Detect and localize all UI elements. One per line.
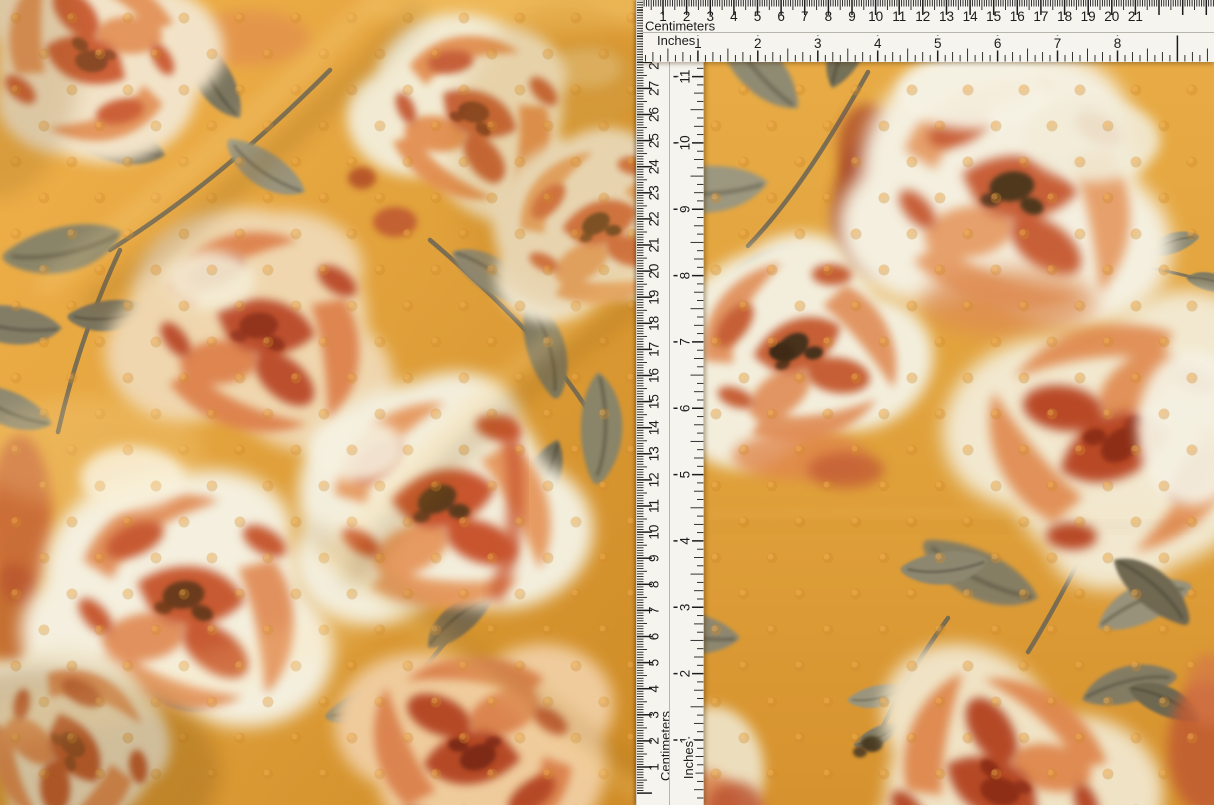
h-cm-number: 8	[825, 9, 833, 24]
h-inch-number: 6	[994, 36, 1002, 51]
h-inch-label: Inches	[657, 33, 696, 48]
v-cm-number: 8	[647, 581, 662, 589]
v-cm-label: Centimeters	[658, 710, 673, 781]
h-cm-number: 21	[1128, 9, 1143, 24]
v-cm-number: 25	[647, 133, 662, 148]
h-inch-number: 3	[814, 36, 822, 51]
v-cm-number: 15	[647, 394, 662, 409]
v-cm-number: 7	[647, 607, 662, 615]
h-inch-number: 2	[754, 36, 762, 51]
h-cm-number: 5	[754, 9, 762, 24]
v-inch-number: 11	[678, 70, 693, 84]
h-inch-number: 5	[934, 36, 942, 51]
h-cm-number: 16	[1010, 9, 1025, 24]
v-cm-number: 18	[647, 316, 662, 331]
h-cm-number: 7	[801, 9, 809, 24]
v-cm-number: 20	[647, 264, 662, 279]
v-cm-number: 5	[647, 659, 662, 667]
v-inch-tick-marks	[674, 2, 704, 798]
v-inch-label: Inches	[681, 740, 696, 779]
h-cm-number: 6	[777, 9, 785, 24]
v-cm-number: 10	[647, 525, 662, 540]
v-cm-number: 24	[647, 159, 662, 175]
h-cm-label: Centimeters	[645, 19, 716, 34]
h-cm-number: 11	[892, 9, 906, 24]
h-inch-number: 8	[1114, 36, 1122, 51]
h-cm-number: 12	[915, 9, 930, 24]
h-cm-number: 15	[986, 9, 1001, 24]
v-cm-number: 4	[647, 684, 662, 692]
v-inch-number: 10	[678, 135, 693, 150]
vertical-ruler-scale: 1234567891011121314151617181920212223242…	[637, 0, 704, 805]
v-cm-number: 23	[647, 185, 662, 200]
v-cm-number: 6	[647, 633, 662, 641]
h-cm-number: 9	[848, 9, 856, 24]
h-cm-number: 20	[1104, 9, 1119, 24]
v-inch-number: 7	[678, 338, 693, 346]
horizontal-ruler: 123456789101112131415161718192021Centime…	[643, 0, 1214, 62]
h-inch-number: 4	[874, 36, 882, 51]
fabric-photo-stage: 1234567891011121314151617181920212223242…	[0, 0, 1214, 805]
h-cm-number: 13	[939, 9, 954, 24]
v-cm-number: 14	[647, 420, 662, 436]
h-inch-tick-marks	[646, 36, 1214, 62]
v-cm-number: 12	[647, 472, 662, 487]
vertical-ruler: 1234567891011121314151617181920212223242…	[636, 0, 704, 805]
v-inch-number: 3	[678, 604, 693, 612]
v-cm-number: 19	[647, 290, 662, 305]
v-inch-number: 6	[678, 405, 693, 413]
h-cm-number: 17	[1033, 9, 1048, 24]
v-cm-number: 16	[647, 368, 662, 383]
v-cm-number: 13	[647, 446, 662, 461]
v-inch-number: 4	[678, 537, 693, 545]
v-cm-number: 22	[647, 211, 662, 226]
v-inch-number: 9	[678, 205, 693, 213]
h-cm-number: 18	[1057, 9, 1072, 24]
right-fabric-panel	[621, 0, 1214, 805]
left-fabric-panel	[0, 0, 727, 805]
v-cm-number: 11	[647, 499, 662, 513]
v-cm-number: 9	[647, 554, 662, 562]
v-cm-number: 17	[647, 342, 662, 357]
h-cm-number: 10	[868, 9, 883, 24]
v-inch-number: 2	[678, 670, 693, 678]
horizontal-ruler-scale: 123456789101112131415161718192021Centime…	[643, 0, 1214, 62]
v-cm-number: 21	[647, 237, 662, 252]
h-cm-number: 19	[1081, 9, 1096, 24]
v-inch-number: 5	[678, 471, 693, 479]
h-cm-number: 4	[730, 9, 738, 24]
v-cm-number: 26	[647, 107, 662, 122]
v-inch-number: 8	[678, 272, 693, 280]
h-inch-number: 7	[1054, 36, 1062, 51]
h-cm-number: 14	[963, 9, 979, 24]
fabric-artwork	[0, 0, 1214, 805]
v-cm-number: 27	[647, 81, 662, 96]
